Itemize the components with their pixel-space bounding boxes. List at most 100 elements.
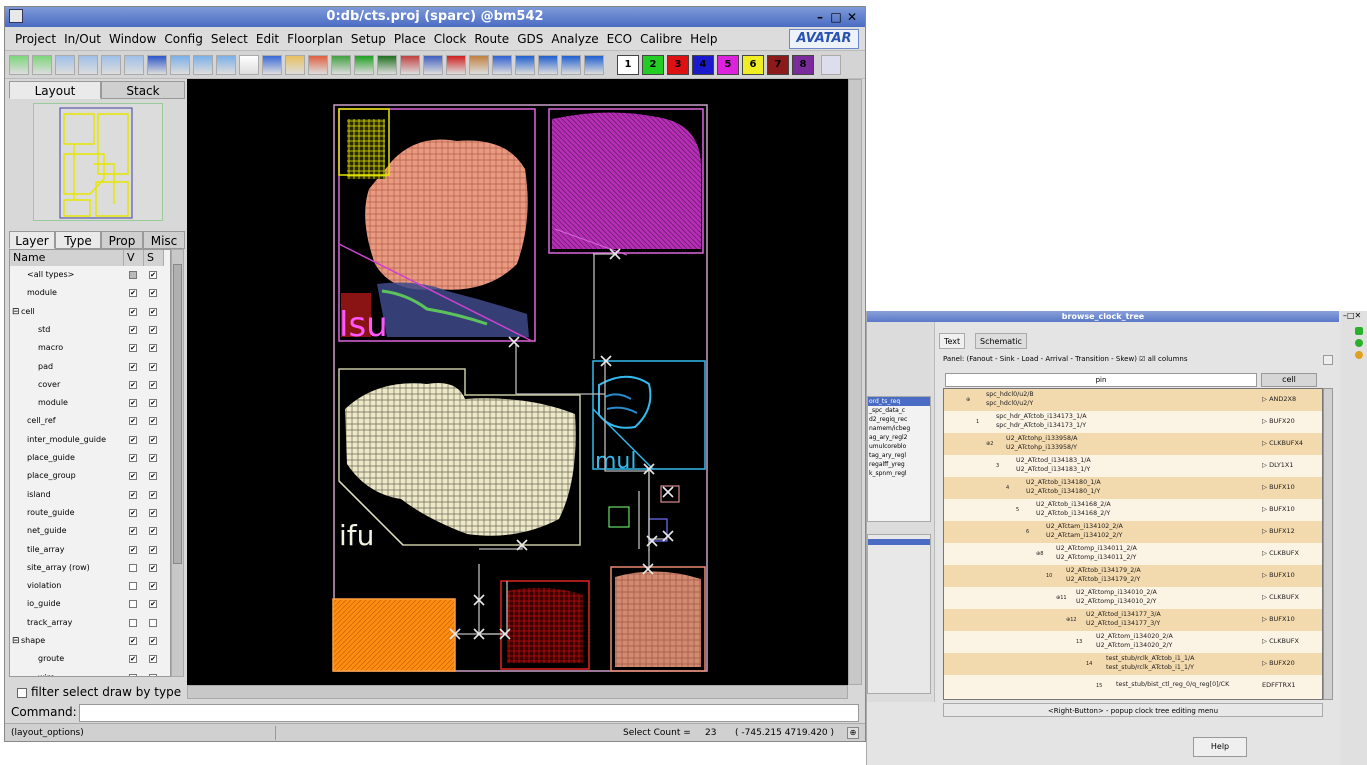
tab-type[interactable]: Type — [55, 231, 101, 249]
color-swatch-2[interactable]: 2 — [642, 55, 664, 75]
scrollbar-thumb[interactable] — [173, 264, 182, 564]
root-list-item[interactable]: ord_ts_req — [868, 397, 930, 406]
visible-checkbox[interactable] — [129, 271, 137, 279]
clock-tree-row[interactable]: 15 test_stub/bist_ctl_reg_0/q_reg[0]/CK ED… — [944, 675, 1322, 697]
column-header-selectable[interactable]: S — [144, 250, 164, 266]
clock-tree-row[interactable]: 10 U2_ATctob_i134179_2/A U2_ATctob_i134179… — [944, 565, 1322, 587]
tree-level-marker[interactable]: ⊕ — [966, 396, 970, 404]
visible-checkbox[interactable]: ✔ — [129, 362, 137, 371]
clock-tree-row[interactable]: 1 spc_hdr_ATctob_i134173_1/A spc_hdr_ATcto… — [944, 411, 1322, 433]
selectable-checkbox[interactable]: ✔ — [149, 454, 157, 462]
color-swatch-7[interactable]: 7 — [767, 55, 789, 75]
tree-level-marker[interactable]: 4 — [1006, 484, 1009, 492]
arrow-left-icon[interactable] — [515, 55, 535, 75]
visible-checkbox[interactable]: ✔ — [129, 417, 137, 426]
ruler-icon[interactable] — [262, 55, 282, 75]
type-table-scrollbar[interactable] — [171, 249, 184, 677]
tree-level-marker[interactable]: ⊕2 — [986, 440, 993, 448]
selectable-checkbox[interactable]: ✔ — [149, 655, 157, 664]
selectable-checkbox[interactable]: ✔ — [149, 399, 157, 408]
grid-view-icon[interactable] — [423, 55, 443, 75]
visible-checkbox[interactable]: ✔ — [129, 435, 137, 444]
clock-tree-row[interactable]: 14 test_stub/rclk_ATctob_i1_1/A test_stub/… — [944, 653, 1322, 675]
zoom-icon[interactable]: ⊕ — [847, 727, 859, 739]
zoom-select-icon[interactable] — [216, 55, 236, 75]
tree-icon[interactable] — [331, 55, 351, 75]
selectable-checkbox[interactable]: ✔ — [149, 307, 157, 316]
selectable-checkbox[interactable]: ✔ — [149, 490, 157, 499]
type-row[interactable]: violation ✔ — [10, 577, 170, 595]
type-row[interactable]: place_guide ✔ ✔ — [10, 449, 170, 467]
clock-tree-row[interactable]: ⊕2 U2_ATctohp_i133958/A U2_ATctohp_i133958… — [944, 433, 1322, 455]
highlight-icon[interactable] — [1355, 351, 1363, 359]
menu-project[interactable]: Project — [11, 27, 60, 51]
column-header-name[interactable]: Name — [10, 250, 124, 266]
tab-layer[interactable]: Layer — [9, 231, 55, 249]
tab-misc[interactable]: Misc — [143, 231, 185, 249]
filter-select-draw-by-type[interactable]: filter select draw by type — [17, 685, 181, 699]
cluster-icon[interactable] — [308, 55, 328, 75]
column-header-cell[interactable]: cell — [1261, 373, 1317, 387]
tree-dark-icon[interactable] — [377, 55, 397, 75]
refresh-icon[interactable] — [1355, 339, 1363, 347]
root-list-item[interactable]: umulcoreblo — [868, 442, 930, 451]
visible-checkbox[interactable]: ✔ — [129, 325, 137, 334]
command-input[interactable] — [79, 704, 859, 722]
column-header-pin[interactable]: pin — [945, 373, 1257, 387]
clock-tree-row[interactable]: 4 U2_ATctob_i134180_1/A U2_ATctob_i134180_… — [944, 477, 1322, 499]
zoom-next-icon[interactable] — [193, 55, 213, 75]
root-list-item[interactable]: regalff_yreg — [868, 460, 930, 469]
type-row[interactable]: tile_array ✔ ✔ — [10, 541, 170, 559]
type-row[interactable]: island ✔ ✔ — [10, 486, 170, 504]
type-row[interactable]: net_guide ✔ ✔ — [10, 522, 170, 540]
visible-checkbox[interactable] — [129, 618, 137, 627]
help-button[interactable]: Help — [1193, 737, 1247, 757]
root-list[interactable]: ord_ts_req _spc_data_c d2_regiq_rec namem/i… — [867, 396, 931, 522]
type-row[interactable]: module ✔ ✔ — [10, 284, 170, 302]
menu-floorplan[interactable]: Floorplan — [283, 27, 347, 51]
record-icon[interactable] — [446, 55, 466, 75]
selectable-checkbox[interactable]: ✔ — [149, 600, 157, 609]
selectable-checkbox[interactable]: ✔ — [149, 417, 157, 426]
zoom-fit-icon[interactable] — [101, 55, 121, 75]
tab-stack[interactable]: Stack — [101, 81, 185, 99]
selectable-checkbox[interactable]: ✔ — [149, 362, 157, 371]
clock-tree-row[interactable]: 5 U2_ATctob_i134168_2/A U2_ATctob_i134168_… — [944, 499, 1322, 521]
visible-checkbox[interactable] — [129, 600, 137, 609]
color-map-icon[interactable] — [400, 55, 420, 75]
type-row[interactable]: macro ✔ ✔ — [10, 339, 170, 357]
selectable-checkbox[interactable]: ✔ — [149, 289, 157, 298]
tab-layout[interactable]: Layout — [9, 81, 101, 99]
type-row[interactable]: ⊟ shape ✔ ✔ — [10, 632, 170, 650]
type-row[interactable]: ⊟ cell ✔ ✔ — [10, 303, 170, 321]
toolbar-overflow-icon[interactable] — [821, 55, 841, 75]
visible-checkbox[interactable]: ✔ — [129, 655, 137, 664]
menu-clock[interactable]: Clock — [430, 27, 471, 51]
menu-route[interactable]: Route — [470, 27, 513, 51]
visible-checkbox[interactable]: ✔ — [129, 344, 137, 353]
selectable-checkbox[interactable] — [149, 673, 157, 676]
visible-checkbox[interactable]: ✔ — [129, 289, 137, 298]
back-arrow-icon[interactable] — [9, 55, 29, 75]
selectable-checkbox[interactable]: ✔ — [149, 582, 157, 591]
type-row[interactable]: inter_module_guide ✔ ✔ — [10, 431, 170, 449]
expand-toggle-icon[interactable]: ⊟ — [12, 632, 20, 650]
menu-help[interactable]: Help — [686, 27, 721, 51]
selectable-checkbox[interactable]: ✔ — [149, 508, 157, 517]
root-list-item[interactable]: namem/icbeg — [868, 424, 930, 433]
visible-checkbox[interactable] — [129, 673, 137, 676]
zoom-in-icon[interactable] — [55, 55, 75, 75]
menu-calibre[interactable]: Calibre — [636, 27, 686, 51]
tree-level-marker[interactable]: 3 — [996, 462, 999, 470]
columns-grid-icon[interactable] — [1323, 355, 1333, 365]
tree-level-marker[interactable]: ⊕8 — [1036, 550, 1043, 558]
tree-level-marker[interactable]: 1 — [976, 418, 979, 426]
tree-group-icon[interactable] — [354, 55, 374, 75]
zoom-area-icon[interactable] — [124, 55, 144, 75]
clock-tree-row[interactable]: ⊕8 U2_ATctomp_i134011_2/A U2_ATctomp_i1340… — [944, 543, 1322, 565]
root-list-item[interactable]: _spc_data_c — [868, 406, 930, 415]
tree-level-marker[interactable]: 14 — [1086, 660, 1092, 668]
tree-level-marker[interactable]: ⊕12 — [1066, 616, 1077, 624]
clock-tree-window-controls[interactable]: –□✕ — [1343, 311, 1361, 320]
selectable-checkbox[interactable]: ✔ — [149, 344, 157, 353]
